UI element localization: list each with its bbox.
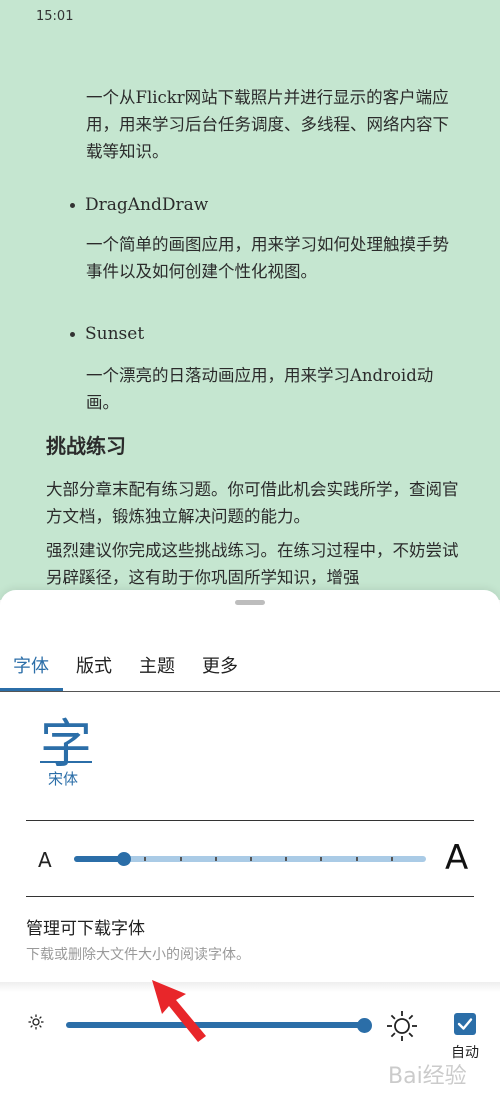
section-heading: 挑战练习 [46, 434, 126, 458]
manage-fonts-link[interactable]: 管理可下载字体 [26, 914, 145, 939]
tab-more[interactable]: 更多 [202, 652, 238, 678]
paragraph: 一个简单的画图应用，用来学习如何处理触摸手势事件以及如何创建个性化视图。 [86, 235, 449, 281]
reader-content: 15:01 一个从Flickr网站下载照片并进行显示的客户端应用，用来学习后台任… [0, 0, 500, 600]
font-size-small-label: A [38, 848, 52, 872]
paragraph: 一个漂亮的日落动画应用，用来学习Android动画。 [86, 366, 434, 412]
manage-fonts-description: 下载或删除大文件大小的阅读字体。 [26, 947, 250, 963]
divider [26, 820, 474, 821]
tab-bar: 字体 版式 主题 更多 [0, 646, 500, 692]
font-size-tick [179, 857, 182, 861]
font-size-large-label: A [445, 838, 469, 878]
drag-handle[interactable] [235, 600, 265, 605]
font-size-tick [355, 857, 358, 861]
brightness-high-icon [387, 1011, 417, 1041]
brightness-slider-thumb[interactable] [357, 1018, 372, 1033]
settings-sheet: 字体 版式 主题 更多 字 宋体 A A 管理可下载字体 下载或删除大文件大小的… [0, 590, 500, 1111]
tab-theme[interactable]: 主题 [139, 652, 175, 678]
font-size-tick [285, 857, 288, 861]
font-size-tick [390, 857, 393, 861]
bullet-icon [70, 203, 75, 208]
font-size-tick [320, 857, 323, 861]
list-item-title: DragAndDraw [85, 195, 209, 215]
status-time: 15:01 [36, 9, 74, 24]
font-name: 宋体 [48, 770, 79, 788]
tab-layout[interactable]: 版式 [76, 652, 112, 678]
active-tab-indicator [0, 688, 63, 691]
paragraph: 强烈建议你完成这些挑战练习。在练习过程中，不妨尝试另辟蹊径，这有助于你巩固所学知… [46, 541, 459, 587]
list-item-title: Sunset [85, 324, 145, 344]
watermark: Bai经验 [388, 1064, 467, 1089]
section-separator [0, 982, 500, 992]
font-selected-indicator [40, 761, 92, 763]
checkmark-icon [457, 1018, 473, 1030]
font-size-tick [250, 857, 252, 861]
auto-brightness-checkbox[interactable] [454, 1013, 476, 1035]
brightness-low-icon [28, 1014, 44, 1030]
annotation-arrow-icon [152, 980, 206, 1042]
font-size-slider-thumb[interactable] [117, 852, 132, 866]
paragraph: 一个从Flickr网站下载照片并进行显示的客户端应用，用来学习后台任务调度、多线… [86, 88, 449, 161]
font-size-tick [214, 857, 217, 861]
paragraph: 大部分章末配有练习题。你可借此机会实践所学，查阅官方文档，锻炼独立解决问题的能力… [46, 480, 459, 526]
tab-font[interactable]: 字体 [13, 652, 49, 678]
list-item: Sunset [70, 324, 144, 344]
bullet-icon [70, 332, 75, 337]
font-preview-glyph: 字 [40, 715, 93, 775]
font-size-slider[interactable] [74, 852, 426, 866]
divider [26, 896, 474, 897]
list-item: DragAndDraw [70, 195, 208, 215]
font-size-tick [144, 857, 147, 861]
